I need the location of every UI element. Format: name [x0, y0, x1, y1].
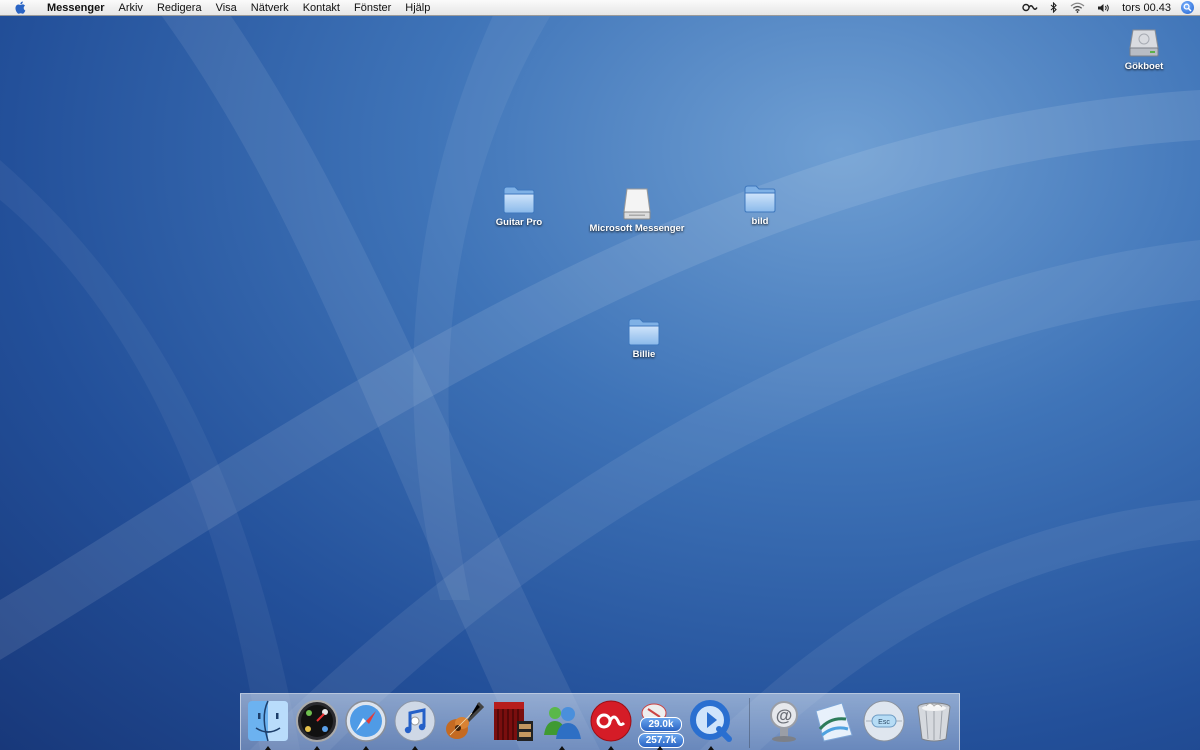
folder-icon — [626, 310, 662, 346]
folder-icon — [742, 177, 778, 213]
apple-icon[interactable] — [0, 1, 40, 14]
trash-icon — [917, 702, 951, 742]
front-row-icon — [494, 702, 533, 741]
menu-arkiv[interactable]: Arkiv — [111, 0, 149, 16]
desktop-icon-bild[interactable]: bild — [705, 177, 815, 227]
dock-lastfm[interactable] — [588, 697, 634, 750]
desktop-icon-label: Billie — [632, 349, 656, 360]
running-indicator — [657, 746, 663, 750]
dock-mail[interactable]: @ — [761, 697, 807, 745]
running-indicator — [412, 746, 418, 750]
running-indicator — [559, 746, 565, 750]
remote-esc-icon: Esc — [863, 700, 905, 742]
garageband-icon — [446, 701, 485, 739]
menu-clock[interactable]: tors 00.43 — [1116, 0, 1177, 16]
menu-redigera[interactable]: Redigera — [150, 0, 209, 16]
desktop-icon-guitar-pro[interactable]: Guitar Pro — [464, 178, 574, 228]
running-indicator — [708, 746, 714, 750]
desktop-icon-label: Microsoft Messenger — [589, 223, 685, 234]
menu-natverk[interactable]: Nätverk — [244, 0, 296, 16]
desktop[interactable]: Messenger Arkiv Redigera Visa Nätverk Ko… — [0, 0, 1200, 750]
running-indicator — [314, 746, 320, 750]
dock-itunes[interactable] — [392, 697, 438, 750]
messenger-icon — [544, 707, 581, 739]
folder-icon — [501, 178, 537, 214]
desktop-icon-label: Guitar Pro — [495, 217, 543, 228]
menu-bar: Messenger Arkiv Redigera Visa Nätverk Ko… — [0, 0, 1200, 16]
menu-hjalp[interactable]: Hjälp — [398, 0, 437, 16]
desktop-icon-gokboet[interactable]: Gökboet — [1089, 22, 1199, 72]
menu-visa[interactable]: Visa — [209, 0, 244, 16]
dock-separator — [749, 698, 750, 748]
finder-icon — [248, 700, 288, 742]
dock-network-monitor[interactable]: 29.0k 257.7k — [637, 697, 684, 750]
running-indicator — [265, 746, 271, 750]
documents-icon — [815, 702, 853, 742]
menu-kontakt[interactable]: Kontakt — [296, 0, 347, 16]
dock-front-row[interactable] — [490, 697, 536, 745]
running-indicator — [608, 746, 614, 750]
dock-front-row-remote[interactable]: Esc — [861, 697, 907, 745]
menu-extras: tors 00.43 — [1016, 0, 1200, 16]
itunes-icon — [394, 700, 436, 742]
bluetooth-icon[interactable] — [1044, 0, 1064, 16]
mail-stamp-icon: @ — [770, 701, 798, 742]
disk-image-icon — [619, 184, 655, 220]
wifi-icon[interactable] — [1064, 0, 1091, 16]
dock: 29.0k 257.7k @ Esc — [240, 693, 960, 750]
safari-icon — [345, 700, 387, 742]
dock-documents[interactable] — [811, 697, 857, 745]
spotlight-icon[interactable] — [1181, 1, 1194, 14]
dock-safari[interactable] — [343, 697, 389, 750]
dock-trash[interactable] — [911, 697, 957, 745]
running-indicator — [363, 746, 369, 750]
quicktime-icon — [690, 700, 732, 742]
desktop-icon-billie[interactable]: Billie — [589, 310, 699, 360]
lastfm-menu-icon[interactable] — [1016, 0, 1044, 16]
menu-app-name[interactable]: Messenger — [40, 0, 111, 16]
volume-icon[interactable] — [1091, 0, 1116, 16]
desktop-icon-label: Gökboet — [1124, 61, 1164, 72]
dock-finder[interactable] — [245, 697, 291, 750]
dock-messenger[interactable] — [539, 697, 585, 750]
upload-rate-badge: 29.0k — [640, 717, 682, 732]
menu-fonster[interactable]: Fönster — [347, 0, 398, 16]
dock-quicktime[interactable] — [688, 697, 734, 750]
hard-drive-icon — [1126, 22, 1162, 58]
lastfm-icon — [590, 700, 632, 742]
desktop-icon-microsoft-messenger[interactable]: Microsoft Messenger — [582, 184, 692, 234]
svg-text:@: @ — [776, 706, 793, 725]
dock-garageband[interactable] — [441, 697, 487, 745]
desktop-icon-label: bild — [751, 216, 769, 227]
dashboard-icon — [296, 700, 338, 742]
wallpaper — [0, 0, 1200, 750]
esc-label: Esc — [878, 719, 890, 726]
dock-dashboard[interactable] — [294, 697, 340, 750]
